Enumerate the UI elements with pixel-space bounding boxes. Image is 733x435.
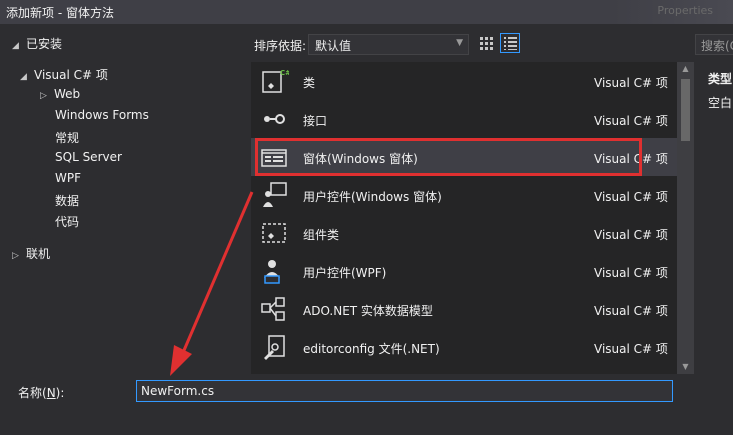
template-language: Visual C# 项 xyxy=(594,304,668,318)
tree-label-windows-forms: Windows Forms xyxy=(55,108,149,122)
tree-node-web[interactable]: ▷ Web xyxy=(40,87,80,107)
editorconfig-icon xyxy=(264,335,285,360)
class-icon: C# xyxy=(262,69,289,93)
tree-label-code: 代码 xyxy=(55,215,80,229)
svg-text:C#: C# xyxy=(280,69,289,77)
tree-node-wpf[interactable]: WPF xyxy=(55,171,81,191)
tree-label-installed: 已安装 xyxy=(26,37,63,51)
scroll-up-arrow-icon[interactable]: ▲ xyxy=(677,62,694,76)
details-pane: 类型 空白 xyxy=(700,62,733,374)
template-language: Visual C# 项 xyxy=(594,342,668,356)
entity-model-icon xyxy=(261,297,285,321)
scroll-down-arrow-icon[interactable]: ▼ xyxy=(677,360,694,374)
name-label-access-key: N xyxy=(46,386,56,400)
grid-view-icon xyxy=(480,37,493,50)
list-view-icon xyxy=(504,37,517,50)
tree-label-wpf: WPF xyxy=(55,171,82,185)
template-language: Visual C# 项 xyxy=(594,228,668,242)
tree-label-web: Web xyxy=(54,87,81,101)
list-item[interactable]: 用户控件(Windows 窗体) Visual C# 项 xyxy=(251,176,677,214)
interface-icon xyxy=(264,114,285,124)
window-title: 添加新项 - 窗体方法 xyxy=(6,6,114,20)
template-name: 类 xyxy=(303,76,316,90)
expand-arrow-icon[interactable]: ▷ xyxy=(12,251,26,261)
tree-node-windows-forms[interactable]: Windows Forms xyxy=(55,108,149,128)
tree-label-visual-csharp: Visual C# 项 xyxy=(34,68,108,82)
tree-label-online: 联机 xyxy=(26,247,51,261)
collapse-arrow-icon[interactable]: ◢ xyxy=(20,72,34,82)
tree-label-data: 数据 xyxy=(55,194,80,208)
template-language: Visual C# 项 xyxy=(594,114,668,128)
list-item[interactable]: 接口 Visual C# 项 xyxy=(251,100,677,138)
sort-by-dropdown[interactable]: 默认值 ▼ xyxy=(308,34,469,55)
details-type-label: 类型 xyxy=(708,72,733,86)
grid-view-button[interactable] xyxy=(476,33,496,53)
tree-node-data[interactable]: 数据 xyxy=(55,192,79,212)
list-view-button[interactable] xyxy=(500,33,520,53)
template-name: 组件类 xyxy=(303,228,340,242)
template-list-scrollbar[interactable]: ▲ ▼ xyxy=(677,62,694,374)
sort-by-label: 排序依据: xyxy=(254,39,307,53)
user-control-icon xyxy=(263,182,287,207)
tree-node-online[interactable]: ▷ 联机 xyxy=(12,245,50,265)
bottom-bar: 名称(N): xyxy=(0,374,733,435)
list-item[interactable]: editorconfig 文件(.NET) Visual C# 项 xyxy=(251,328,677,366)
details-description: 空白 xyxy=(708,96,733,110)
background-properties-label: Properties xyxy=(657,4,713,17)
tree-label-sql-server: SQL Server xyxy=(55,150,122,164)
tree-node-general[interactable]: 常规 xyxy=(55,129,79,149)
list-item[interactable]: 组件类 Visual C# 项 xyxy=(251,214,677,252)
title-bar: 添加新项 - 窗体方法 Properties xyxy=(0,0,733,24)
collapse-arrow-icon[interactable]: ◢ xyxy=(12,41,26,51)
tree-node-sql-server[interactable]: SQL Server xyxy=(55,150,122,170)
background-window-hint: Properties xyxy=(613,0,733,24)
tree-label-general: 常规 xyxy=(55,131,80,145)
template-language: Visual C# 项 xyxy=(594,266,668,280)
name-label: 名称(N): xyxy=(18,384,64,401)
tree-node-visual-csharp[interactable]: ◢ Visual C# 项 xyxy=(20,66,108,86)
annotation-highlight-box xyxy=(255,138,642,176)
tree-node-code[interactable]: 代码 xyxy=(55,213,79,233)
template-language: Visual C# 项 xyxy=(594,190,668,204)
list-item[interactable]: C# 类 Visual C# 项 xyxy=(251,62,677,100)
template-language: Visual C# 项 xyxy=(594,76,668,90)
name-label-prefix: 名称( xyxy=(18,386,47,400)
name-label-suffix: ): xyxy=(55,386,65,400)
template-name: 用户控件(Windows 窗体) xyxy=(303,190,442,204)
scrollbar-thumb[interactable] xyxy=(681,79,690,141)
template-name: 用户控件(WPF) xyxy=(303,266,387,280)
sort-by-value: 默认值 xyxy=(315,39,352,53)
template-name: editorconfig 文件(.NET) xyxy=(303,342,440,356)
template-list: C# 类 Visual C# 项 接口 Visual C# 项 窗体(Windo… xyxy=(251,62,677,374)
chevron-down-icon: ▼ xyxy=(456,38,463,48)
expand-arrow-icon[interactable]: ▷ xyxy=(40,91,54,101)
list-item[interactable]: 用户控件(WPF) Visual C# 项 xyxy=(251,252,677,290)
tree-node-installed[interactable]: ◢ 已安装 xyxy=(12,35,62,55)
category-tree: ◢ 已安装 ◢ Visual C# 项 ▷ Web Windows Forms 常规 … xyxy=(0,24,248,374)
template-name: 接口 xyxy=(303,114,328,128)
wpf-user-control-icon xyxy=(264,260,280,284)
component-icon xyxy=(262,223,286,243)
file-name-input[interactable] xyxy=(136,380,673,402)
search-input[interactable]: 搜索(Ctrl+E) xyxy=(695,34,733,55)
template-name: ADO.NET 实体数据模型 xyxy=(303,304,433,318)
list-item[interactable]: ADO.NET 实体数据模型 Visual C# 项 xyxy=(251,290,677,328)
add-new-item-dialog: ◢ 已安装 ◢ Visual C# 项 ▷ Web Windows Forms 常规 … xyxy=(0,24,733,435)
